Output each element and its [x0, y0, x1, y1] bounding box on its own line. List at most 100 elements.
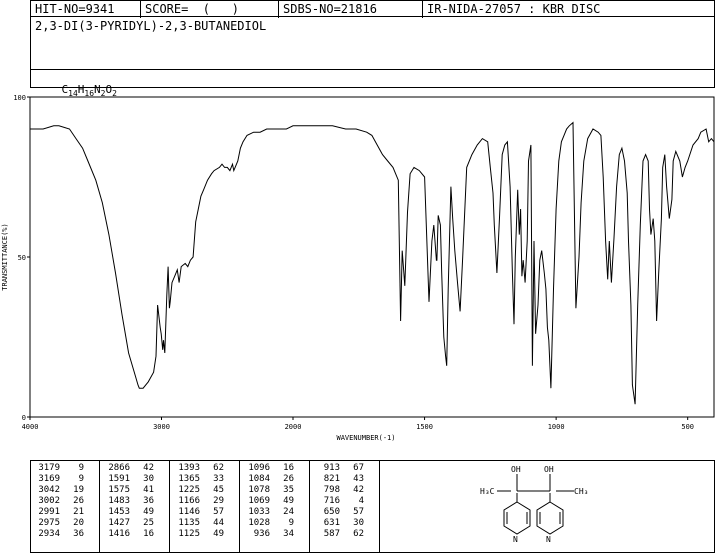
- peak-row: 587 62: [310, 529, 364, 540]
- peak-row: 1393 62: [170, 463, 224, 474]
- hydroxyl-right-label: OH: [544, 465, 554, 474]
- peak-transmittance: 49: [283, 496, 294, 506]
- x-axis-label: WAVENUMBER(-1): [336, 434, 395, 442]
- peak-row: 3179 9: [30, 463, 84, 474]
- peak-row: 1575 41: [100, 485, 154, 496]
- peak-transmittance: 41: [143, 485, 154, 495]
- peak-column: 913 67 821 43 798 42 716 4 650 57 631 30 587 62: [310, 460, 380, 552]
- peak-wavenumber: 1427: [108, 518, 130, 528]
- peak-row: 1078 35: [240, 485, 294, 496]
- peak-transmittance: 62: [353, 529, 364, 539]
- peak-row: 1028 9: [240, 518, 294, 529]
- peak-wavenumber: 1225: [178, 485, 200, 495]
- peak-table: 3179 9 3169 9 3042 19 3002 26 2991 21 2975 20 2934 36: [30, 463, 84, 540]
- peak-transmittance: 4: [358, 496, 364, 506]
- peak-transmittance: 44: [213, 518, 224, 528]
- peak-row: 3002 26: [30, 496, 84, 507]
- peak-wavenumber: 650: [323, 507, 340, 517]
- peak-row: 821 43: [310, 474, 364, 485]
- peak-transmittance: 33: [213, 474, 224, 484]
- peak-transmittance: 16: [283, 463, 294, 473]
- peak-transmittance: 42: [353, 485, 364, 495]
- peak-row: 913 67: [310, 463, 364, 474]
- peak-column: 2866 42 1591 30 1575 41 1483 36 1453 49 1427 25 1416…: [100, 460, 170, 552]
- peak-row: 2991 21: [30, 507, 84, 518]
- peak-wavenumber: 1365: [178, 474, 200, 484]
- x-tick-label: 500: [681, 423, 694, 431]
- peak-wavenumber: 821: [323, 474, 340, 484]
- peak-transmittance: 49: [213, 529, 224, 539]
- peak-row: 1416 16: [100, 529, 154, 540]
- peak-transmittance: 24: [283, 507, 294, 517]
- peak-transmittance: 9: [288, 518, 294, 528]
- peak-wavenumber: 3042: [38, 485, 60, 495]
- peak-row: 1166 29: [170, 496, 224, 507]
- peak-table: 1096 16 1084 26 1078 35 1069 49 1033 24 1028 9 936 34: [240, 463, 294, 540]
- peak-transmittance: 29: [213, 496, 224, 506]
- peak-transmittance: 67: [353, 463, 364, 473]
- peak-column: 1096 16 1084 26 1078 35 1069 49 1033 24 1028 9 936 34: [240, 460, 310, 552]
- peak-row: 1125 49: [170, 529, 224, 540]
- peak-wavenumber: 1084: [248, 474, 270, 484]
- peak-column: 3179 9 3169 9 3042 19 3002 26 2991 21 2975 20 2934 36: [30, 460, 100, 552]
- peak-transmittance: 34: [283, 529, 294, 539]
- peak-transmittance: 49: [143, 507, 154, 517]
- y-tick-label: 50: [18, 254, 26, 262]
- plot-frame: [29, 96, 715, 418]
- peak-wavenumber: 913: [323, 463, 340, 473]
- peak-wavenumber: 3169: [38, 474, 60, 484]
- x-tick-label: 1500: [416, 423, 433, 431]
- nitrogen-left-label: N: [513, 535, 518, 544]
- x-tick-label: 3000: [153, 423, 170, 431]
- peak-transmittance: 36: [143, 496, 154, 506]
- peak-row: 1146 57: [170, 507, 224, 518]
- peak-transmittance: 16: [143, 529, 154, 539]
- peak-wavenumber: 1416: [108, 529, 130, 539]
- peak-transmittance: 30: [143, 474, 154, 484]
- peak-row: 1225 45: [170, 485, 224, 496]
- peak-wavenumber: 1069: [248, 496, 270, 506]
- x-tick-label: 2000: [285, 423, 302, 431]
- y-tick-label: 100: [13, 94, 26, 102]
- peak-transmittance: 25: [143, 518, 154, 528]
- peak-row: 798 42: [310, 485, 364, 496]
- peak-wavenumber: 2934: [38, 529, 60, 539]
- x-tick-label: 4000: [22, 423, 39, 431]
- peak-wavenumber: 1146: [178, 507, 200, 517]
- peak-wavenumber: 631: [323, 518, 340, 528]
- peak-row: 1591 30: [100, 474, 154, 485]
- peak-wavenumber: 1166: [178, 496, 200, 506]
- peak-transmittance: 20: [73, 518, 84, 528]
- peak-wavenumber: 936: [253, 529, 270, 539]
- peak-wavenumber: 2991: [38, 507, 60, 517]
- peak-transmittance: 19: [73, 485, 84, 495]
- peak-row: 936 34: [240, 529, 294, 540]
- peak-wavenumber: 1135: [178, 518, 200, 528]
- peak-transmittance: 35: [283, 485, 294, 495]
- peak-table: 913 67 821 43 798 42 716 4 650 57 631 30 587 62: [310, 463, 364, 540]
- peak-row: 3042 19: [30, 485, 84, 496]
- peak-row: 2975 20: [30, 518, 84, 529]
- peak-wavenumber: 2866: [108, 463, 130, 473]
- peak-wavenumber: 2975: [38, 518, 60, 528]
- y-axis-label: TRANSMITTANCE(%): [1, 223, 9, 290]
- ir-spectrum-chart: 100500 4000 3000 2000 1500 1000 500 WAVENUMBE…: [1, 94, 715, 442]
- methyl-left-label: H₃C: [480, 487, 495, 496]
- molecular-structure: OH OH H₃C CH₃ N N: [480, 465, 588, 544]
- peak-transmittance: 42: [143, 463, 154, 473]
- peak-wavenumber: 1591: [108, 474, 130, 484]
- peak-wavenumber: 1028: [248, 518, 270, 528]
- peak-wavenumber: 1096: [248, 463, 270, 473]
- peak-transmittance: 26: [73, 496, 84, 506]
- peak-row: 1069 49: [240, 496, 294, 507]
- peak-table: 2866 42 1591 30 1575 41 1483 36 1453 49 1427 25 1416…: [100, 463, 154, 540]
- peak-row: 1096 16: [240, 463, 294, 474]
- peak-wavenumber: 587: [323, 529, 340, 539]
- peak-transmittance: 30: [353, 518, 364, 528]
- peak-transmittance: 45: [213, 485, 224, 495]
- peak-transmittance: 9: [78, 463, 84, 473]
- peak-wavenumber: 1125: [178, 529, 200, 539]
- peak-row: 1483 36: [100, 496, 154, 507]
- peak-row: 631 30: [310, 518, 364, 529]
- peak-transmittance: 43: [353, 474, 364, 484]
